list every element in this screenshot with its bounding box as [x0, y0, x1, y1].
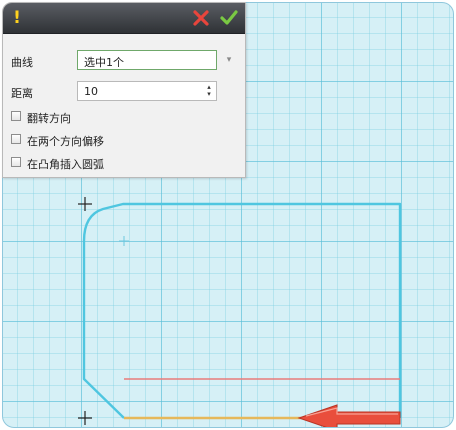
checkmark-icon[interactable] — [219, 8, 239, 28]
distance-label: 距离 — [11, 87, 33, 100]
spinner-arrows-icon[interactable]: ▴ ▾ — [205, 84, 213, 98]
selected-curve[interactable] — [82, 202, 402, 419]
option-both-directions[interactable]: 在两个方向偏移 — [3, 132, 245, 150]
offset-property-panel: ! 曲线 选中1个 ▾ 距离 10 ▴ ▾ 翻转方向 在两个方向偏移 在凸角插入… — [2, 2, 246, 178]
curve-selection-value: 选中1个 — [84, 56, 124, 69]
exclamation-icon: ! — [13, 8, 21, 28]
flip-direction-checkbox[interactable] — [11, 111, 21, 121]
curve-label: 曲线 — [11, 56, 33, 69]
cancel-x-icon[interactable] — [191, 8, 211, 28]
direction-arrow-icon[interactable] — [297, 404, 401, 428]
insert-arc-checkbox[interactable] — [11, 157, 21, 167]
center-crosshair-marker — [119, 236, 129, 246]
both-directions-checkbox[interactable] — [11, 134, 21, 144]
crosshair-marker — [78, 411, 92, 425]
option-flip-direction[interactable]: 翻转方向 — [3, 109, 245, 127]
distance-row: 距离 10 ▴ ▾ — [3, 81, 245, 103]
chevron-down-icon[interactable]: ▾ — [223, 54, 235, 66]
insert-arc-label: 在凸角插入圆弧 — [27, 158, 104, 171]
option-insert-arc[interactable]: 在凸角插入圆弧 — [3, 155, 245, 173]
curve-selection-field[interactable]: 选中1个 — [77, 50, 217, 70]
distance-value: 10 — [84, 85, 98, 98]
distance-input[interactable]: 10 ▴ ▾ — [77, 81, 217, 101]
flip-direction-label: 翻转方向 — [27, 112, 71, 125]
curve-row: 曲线 选中1个 ▾ — [3, 50, 245, 72]
both-directions-label: 在两个方向偏移 — [27, 135, 104, 148]
panel-header: ! — [3, 3, 245, 34]
crosshair-marker — [78, 197, 92, 211]
